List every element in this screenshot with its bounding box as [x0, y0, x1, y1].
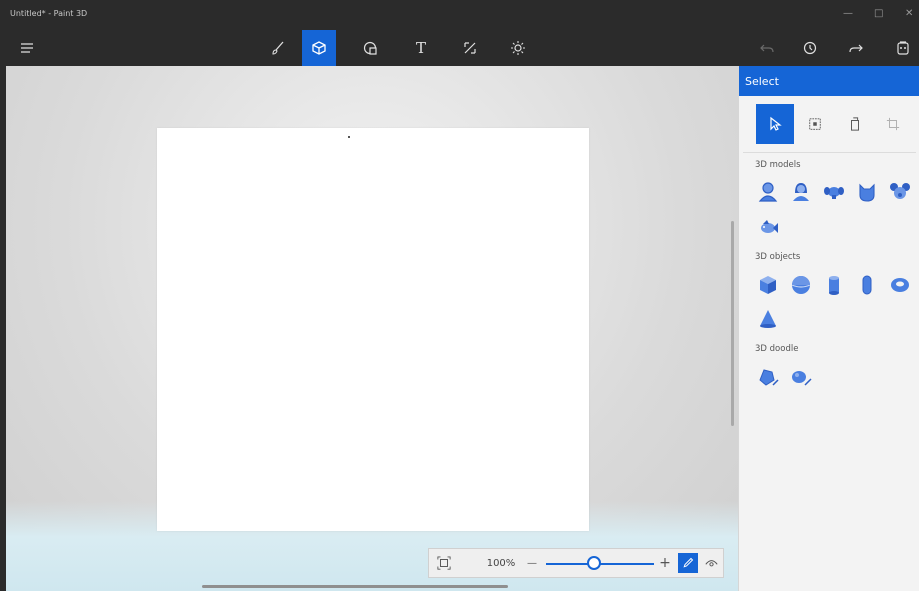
3d-shapes-tool-button[interactable] [302, 30, 336, 66]
cone-object-button[interactable] [756, 307, 780, 331]
zoom-out-button[interactable]: — [525, 549, 539, 577]
crop-icon [886, 117, 900, 131]
view-2d-button[interactable] [678, 553, 698, 573]
canvas-workspace: 100% — + [6, 66, 738, 591]
cube-object-button[interactable] [756, 273, 780, 297]
capsule-object-button[interactable] [855, 273, 879, 297]
man-model-button[interactable] [756, 180, 780, 204]
man-icon [758, 182, 778, 202]
panel-divider [743, 152, 916, 153]
effects-tool-button[interactable] [501, 30, 535, 66]
zoom-level: 100% [486, 557, 516, 569]
undo-button[interactable] [750, 30, 784, 66]
close-icon[interactable]: ✕ [905, 8, 913, 19]
cylinder-icon [829, 276, 839, 295]
sharp-doodle-button[interactable] [756, 365, 780, 389]
crop-button[interactable] [874, 104, 912, 144]
side-panel: Select 3D models 3D objects 3D doodle [738, 66, 919, 591]
canvas-dot [348, 136, 350, 138]
soft-doodle-icon [792, 371, 812, 386]
minimize-icon[interactable]: — [843, 8, 853, 19]
paste-icon [897, 41, 909, 55]
dog-icon [824, 187, 844, 199]
panel-header: Select [739, 66, 919, 96]
cursor-icon [770, 116, 782, 131]
capsule-icon [862, 275, 872, 295]
brushes-tool-button[interactable] [261, 30, 295, 66]
panel-title: Select [745, 75, 779, 88]
sharp-doodle-icon [759, 369, 779, 386]
sphere-object-button[interactable] [789, 273, 813, 297]
cone-icon [760, 310, 776, 328]
region-select-icon [809, 118, 821, 130]
woman-icon [793, 183, 809, 201]
sphere-icon [791, 276, 811, 294]
magic-select-button[interactable] [796, 104, 834, 144]
donut-icon [891, 278, 909, 292]
shape-icon [363, 41, 377, 55]
soft-doodle-button[interactable] [789, 365, 813, 389]
history-icon [803, 41, 817, 55]
2d-shapes-tool-button[interactable] [353, 30, 387, 66]
maximize-icon[interactable]: □ [874, 8, 883, 19]
donut-object-button[interactable] [888, 273, 912, 297]
redo-button[interactable] [839, 30, 873, 66]
zoom-in-button[interactable]: + [658, 549, 672, 577]
cube-icon [760, 276, 776, 294]
fish-model-button[interactable] [756, 216, 780, 240]
dog-model-button[interactable] [822, 180, 846, 204]
view-3d-button[interactable] [701, 549, 721, 577]
horizontal-scrollbar[interactable] [202, 585, 508, 588]
title-bar: Untitled* - Paint 3D — □ ✕ [0, 0, 919, 30]
pen-icon [683, 557, 694, 568]
canvas-icon [464, 42, 476, 54]
fit-screen-icon [437, 556, 451, 570]
history-button[interactable] [793, 30, 827, 66]
cat-icon [859, 183, 875, 202]
redo-icon [849, 44, 863, 53]
eye-icon [704, 559, 718, 566]
cat-model-button[interactable] [855, 180, 879, 204]
select-tools-row [739, 104, 919, 144]
teddy-icon [890, 183, 910, 199]
zoom-slider-thumb[interactable] [587, 556, 601, 570]
undo-icon [760, 44, 774, 53]
cylinder-object-button[interactable] [822, 273, 846, 297]
text-tool-button[interactable]: T [404, 30, 438, 66]
fish-icon [761, 220, 778, 233]
vertical-scrollbar[interactable] [731, 221, 734, 426]
main-toolbar: T [0, 30, 919, 66]
cube-icon [312, 41, 326, 55]
section-label-3d-doodle: 3D doodle [755, 344, 799, 354]
brush-icon [272, 41, 284, 55]
sun-icon [511, 41, 525, 55]
menu-button[interactable] [10, 30, 44, 66]
zoom-bar: 100% — + [428, 548, 724, 578]
fit-to-screen-button[interactable] [433, 549, 455, 577]
canvas-tool-button[interactable] [453, 30, 487, 66]
section-label-3d-objects: 3D objects [755, 252, 801, 262]
text-icon: T [415, 39, 426, 57]
woman-model-button[interactable] [789, 180, 813, 204]
window-title: Untitled* - Paint 3D [10, 9, 88, 18]
copy-icon [851, 117, 859, 131]
hamburger-icon [21, 43, 33, 53]
select-button[interactable] [756, 104, 794, 144]
drawing-canvas[interactable] [157, 128, 589, 531]
section-label-3d-models: 3D models [755, 160, 801, 170]
copy-button[interactable] [836, 104, 874, 144]
teddy-model-button[interactable] [888, 180, 912, 204]
paste-button[interactable] [886, 30, 919, 66]
